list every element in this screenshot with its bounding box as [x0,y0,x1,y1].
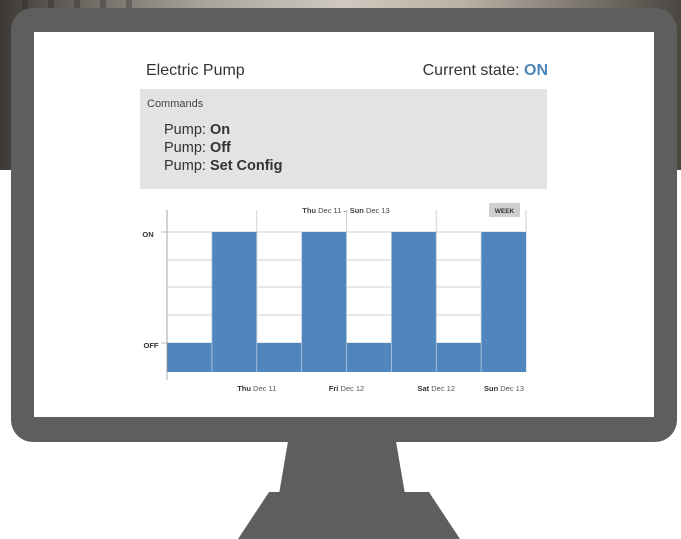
chart-title-end-date: Dec 13 [366,206,390,215]
chart-bar [391,232,437,372]
chart-title-start-day: Thu [302,206,316,215]
x-tick-day: Sun [484,384,500,393]
state-chart: Thu Dec 11 – Sun Dec 13 WEEK ON OFF Thu … [142,203,527,393]
x-tick-day: Sat [417,384,431,393]
week-button-label: WEEK [495,208,515,215]
chart-title-separator: – [343,206,348,215]
x-tick-date: Dec 11 [253,384,276,393]
x-tick-label: Sat Dec 12 [417,384,455,393]
x-tick-day: Fri [329,384,341,393]
chart-bar [167,343,212,372]
x-tick-date: Dec 13 [500,384,524,393]
chart-bar [346,343,392,372]
x-tick-label: Sun Dec 13 [484,384,524,393]
monitor-screen: Electric Pump Current state: ON Commands… [34,32,654,417]
chart-bar [301,232,347,372]
chart-bar [211,232,257,372]
x-axis-ticks: Thu Dec 11 Fri Dec 12 Sat Dec 12 Sun Dec 13 [237,384,524,393]
x-tick-day: Thu [237,384,253,393]
monitor-stand-base [238,492,460,539]
y-label-off: OFF [144,341,159,350]
x-tick-date: Dec 12 [340,384,364,393]
x-tick-label: Thu Dec 11 [237,384,276,393]
x-tick-label: Fri Dec 12 [329,384,364,393]
chart-title-start-date: Dec 11 [318,206,341,215]
x-tick-date: Dec 12 [431,384,455,393]
week-button[interactable]: WEEK [489,203,520,217]
y-label-on: ON [142,230,153,239]
chart-bar [256,343,302,372]
chart-bar [481,232,526,372]
monitor-stand-neck [278,440,406,500]
chart-bar [436,343,482,372]
chart-title-end-day: Sun [350,206,365,215]
